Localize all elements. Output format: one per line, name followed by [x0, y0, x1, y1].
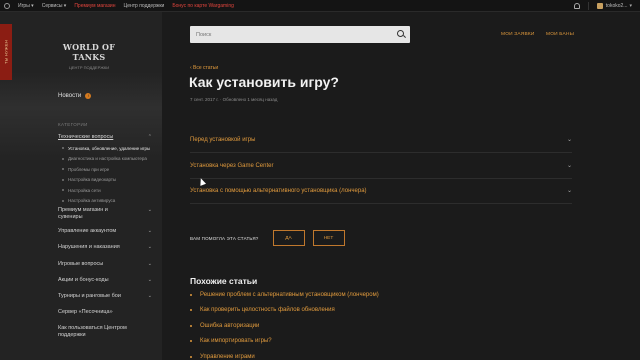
wargaming-logo-icon[interactable]: [4, 2, 10, 9]
chevron-up-icon: ⌃: [147, 134, 152, 140]
sidebar-group-technical: Технические вопросы ⌃ Установка, обновле…: [58, 134, 152, 206]
news-badge: !: [85, 93, 92, 99]
sidebar-item-technical[interactable]: Технические вопросы ⌃: [58, 134, 152, 140]
similar-articles-title: Похожие статьи: [190, 276, 258, 286]
yes-button[interactable]: ДА: [272, 230, 305, 246]
similar-article-link[interactable]: Управление играми: [190, 354, 255, 360]
bullet-icon: [190, 309, 192, 311]
bullet-icon: [190, 356, 192, 358]
accordion-title: Установка с помощью альтернативного уста…: [190, 187, 367, 194]
no-button[interactable]: НЕТ: [312, 230, 345, 246]
accordion-alt-installer[interactable]: Установка с помощью альтернативного уста…: [190, 178, 572, 204]
feedback-block: ВАМ ПОМОГЛА ЭТА СТАТЬЯ? ДА НЕТ: [190, 230, 353, 246]
similar-article-link[interactable]: Как импортировать игры?: [190, 338, 272, 344]
bonus-link[interactable]: Бонус по карте Wargaming: [172, 3, 234, 9]
search-input[interactable]: [190, 31, 390, 38]
sidebar-item-how-to-use[interactable]: Как пользоваться Центром поддержки: [58, 325, 152, 339]
my-requests-link[interactable]: МОИ ЗАЯВКИ: [501, 32, 535, 37]
chevron-down-icon[interactable]: ▾: [629, 3, 632, 9]
main-content: МОИ ЗАЯВКИ МОИ БАНЫ ‹ Все статьи Как уст…: [162, 12, 640, 360]
news-label: Новости: [58, 93, 82, 99]
bullet-icon: [62, 168, 64, 171]
sidebar-item-game-questions[interactable]: Игровые вопросы ⌄: [58, 261, 152, 268]
sidebar-item-account[interactable]: Управление аккаунтом ⌄: [58, 228, 152, 235]
bullet-icon: [62, 199, 64, 202]
chevron-down-icon: ⌄: [147, 293, 152, 299]
sidebar-subitem-install[interactable]: Установка, обновление, удаление игры: [58, 143, 152, 154]
similar-article-link[interactable]: Как проверить целостность файлов обновле…: [190, 307, 335, 313]
chevron-down-icon: ⌄: [147, 261, 152, 267]
my-bans-link[interactable]: МОИ БАНЫ: [546, 32, 574, 37]
logo-subtitle: ЦЕНТР ПОДДЕРЖКИ: [68, 65, 110, 70]
notifications-bell-icon[interactable]: [573, 2, 580, 9]
sidebar-subitem-game-problems[interactable]: Проблемы при игре: [58, 164, 152, 175]
sidebar-subitem-antivirus[interactable]: Настройка антивируса: [58, 196, 152, 207]
bullet-icon: [62, 178, 64, 181]
bullet-icon: [190, 325, 192, 327]
sidebar-subitem-videocard[interactable]: Настройка видеокарты: [58, 175, 152, 186]
accordion-title: Перед установкой игры: [190, 136, 256, 143]
brand-logo[interactable]: WORLD OF TANKS ЦЕНТР ПОДДЕРЖКИ: [58, 42, 120, 70]
similar-article-link[interactable]: Ошибка авторизации: [190, 323, 259, 329]
bullet-icon: [62, 189, 64, 192]
games-menu[interactable]: Игры ▾: [18, 3, 34, 9]
promo-ribbon[interactable]: ТЫ НУЖЕН: [0, 24, 12, 80]
chevron-down-icon: ⌄: [147, 207, 152, 213]
chevron-down-icon: ⌄: [147, 228, 152, 234]
similar-article-link[interactable]: Решение проблем с альтернативным установ…: [190, 292, 379, 298]
page-title: Как установить игру?: [189, 74, 339, 90]
services-menu[interactable]: Сервисы ▾: [42, 3, 67, 9]
sidebar-item-tournaments[interactable]: Турниры и ранговые бои ⌄: [58, 293, 152, 300]
categories-title: КАТЕГОРИИ: [58, 122, 88, 127]
sidebar-subitem-diagnostics[interactable]: Диагностика и настройка компьютера: [58, 154, 152, 165]
sidebar: ТЫ НУЖЕН WORLD OF TANKS ЦЕНТР ПОДДЕРЖКИ …: [0, 12, 162, 360]
chevron-down-icon: ⌄: [147, 244, 152, 250]
chevron-down-icon: ⌄: [566, 188, 572, 194]
search-box: [190, 26, 410, 43]
accordion-before-install[interactable]: Перед установкой игры ⌄: [190, 127, 572, 153]
sidebar-sublist: Установка, обновление, удаление игры Диа…: [58, 143, 152, 206]
sidebar-item-sandbox[interactable]: Сервер «Песочница»: [58, 309, 152, 316]
accordion-game-center[interactable]: Установка через Game Center ⌄: [190, 153, 572, 179]
chevron-down-icon: ⌄: [147, 277, 152, 283]
sidebar-item-label: Технические вопросы: [58, 134, 114, 140]
bullet-icon: [62, 147, 64, 150]
feedback-question: ВАМ ПОМОГЛА ЭТА СТАТЬЯ?: [190, 235, 259, 241]
back-link[interactable]: ‹ Все статьи: [190, 65, 218, 71]
avatar[interactable]: [596, 2, 603, 9]
chevron-down-icon: ⌄: [566, 163, 572, 169]
bullet-icon: [190, 340, 192, 342]
sidebar-item-promotions[interactable]: Акции и бонус-коды ⌄: [58, 277, 152, 284]
chevron-down-icon: ⌄: [566, 137, 572, 143]
divider: [587, 1, 589, 10]
sidebar-subitem-network[interactable]: Настройка сети: [58, 185, 152, 196]
sidebar-item-news[interactable]: Новости !: [58, 93, 92, 99]
article-meta: 7 сент. 2017 г. · Обновлено 1 месяц наза…: [190, 97, 278, 102]
sidebar-item-violations[interactable]: Нарушения и наказания ⌄: [58, 244, 152, 251]
bullet-icon: [62, 157, 64, 160]
accordion-title: Установка через Game Center: [190, 162, 274, 169]
username[interactable]: tokoko2...: [606, 3, 628, 9]
support-center-link[interactable]: Центр поддержки: [124, 3, 165, 9]
sidebar-item-premium[interactable]: Премиум магазин и сувениры ⌄: [58, 207, 152, 221]
logo-text: WORLD OF TANKS: [62, 42, 116, 62]
search-icon[interactable]: [397, 30, 404, 37]
premium-shop-link[interactable]: Премиум магазин: [74, 3, 115, 9]
top-bar: Игры ▾ Сервисы ▾ Премиум магазин Центр п…: [0, 0, 640, 12]
bullet-icon: [190, 294, 192, 296]
